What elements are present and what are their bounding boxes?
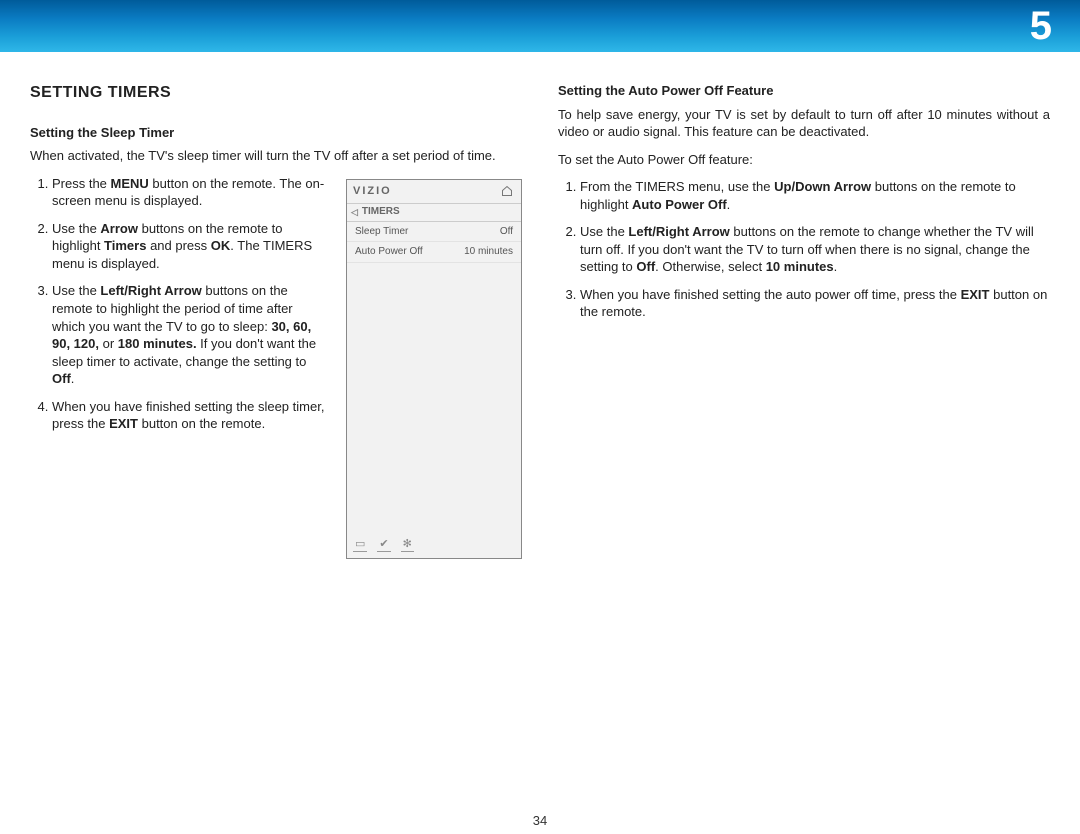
- osd-logo: VIZIO: [353, 184, 392, 199]
- osd-row-label: Sleep Timer: [355, 225, 408, 239]
- right-column: Setting the Auto Power Off Feature To he…: [558, 82, 1050, 559]
- chapter-number: 5: [1030, 4, 1052, 49]
- sleep-timer-steps-wrap: Press the MENU button on the remote. The…: [30, 175, 330, 559]
- header-bar: 5: [0, 0, 1080, 52]
- osd-row-label: Auto Power Off: [355, 245, 423, 259]
- wide-icon: ▭: [353, 539, 367, 552]
- osd-row-value: 10 minutes: [464, 245, 513, 259]
- auto-power-steps: From the TIMERS menu, use the Up/Down Ar…: [558, 178, 1050, 321]
- left-column: SETTING TIMERS Setting the Sleep Timer W…: [30, 82, 522, 559]
- gear-icon: ✻: [401, 539, 414, 552]
- left-inner: Press the MENU button on the remote. The…: [30, 175, 522, 559]
- v-icon: ✔: [377, 539, 390, 552]
- step: When you have finished setting the auto …: [580, 286, 1050, 321]
- step: Press the MENU button on the remote. The…: [52, 175, 330, 210]
- step: Use the Arrow buttons on the remote to h…: [52, 220, 330, 273]
- back-arrow-icon: ◁: [351, 206, 358, 218]
- page-number: 34: [533, 813, 547, 828]
- osd-breadcrumb: ◁ TIMERS: [347, 204, 521, 222]
- home-icon: [499, 183, 515, 199]
- osd-row-value: Off: [500, 225, 513, 239]
- main-heading: SETTING TIMERS: [30, 82, 522, 104]
- auto-power-intro: To help save energy, your TV is set by d…: [558, 106, 1050, 141]
- osd-footer: ▭ ✔ ✻: [353, 539, 414, 552]
- osd-top-bar: VIZIO: [347, 180, 521, 204]
- step: When you have finished setting the sleep…: [52, 398, 330, 433]
- osd-row: Sleep Timer Off: [347, 222, 521, 243]
- step: Use the Left/Right Arrow buttons on the …: [580, 223, 1050, 276]
- osd-panel: VIZIO ◁ TIMERS Sleep Timer Off Au: [346, 179, 522, 559]
- auto-power-heading: Setting the Auto Power Off Feature: [558, 82, 1050, 100]
- step: Use the Left/Right Arrow buttons on the …: [52, 282, 330, 387]
- auto-power-lead: To set the Auto Power Off feature:: [558, 151, 1050, 169]
- osd-row: Auto Power Off 10 minutes: [347, 242, 521, 263]
- osd-breadcrumb-label: TIMERS: [362, 205, 400, 219]
- sleep-timer-steps: Press the MENU button on the remote. The…: [30, 175, 330, 433]
- sleep-timer-heading: Setting the Sleep Timer: [30, 124, 522, 142]
- page-body: SETTING TIMERS Setting the Sleep Timer W…: [0, 52, 1080, 559]
- step: From the TIMERS menu, use the Up/Down Ar…: [580, 178, 1050, 213]
- sleep-timer-intro: When activated, the TV's sleep timer wil…: [30, 147, 522, 165]
